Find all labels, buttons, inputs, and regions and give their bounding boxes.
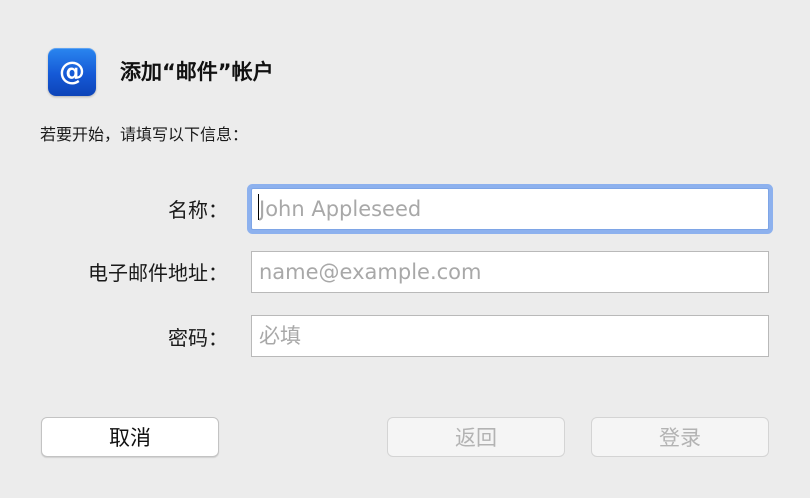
instructions-text: 若要开始，请填写以下信息： — [40, 125, 249, 144]
email-label: 电子邮件地址： — [88, 261, 228, 285]
email-field[interactable] — [251, 251, 769, 293]
login-button[interactable]: 登录 — [591, 417, 769, 457]
password-label: 密码： — [168, 326, 228, 350]
mail-account-icon: @ — [48, 48, 96, 96]
back-button[interactable]: 返回 — [387, 417, 565, 457]
dialog-title: 添加“邮件”帐户 — [120, 60, 274, 84]
password-field[interactable] — [251, 315, 769, 357]
name-label: 名称： — [168, 198, 228, 222]
at-sign-icon: @ — [59, 57, 85, 87]
text-caret — [258, 194, 259, 220]
svg-text:@: @ — [59, 57, 85, 87]
cancel-button[interactable]: 取消 — [41, 417, 219, 457]
name-field[interactable] — [251, 188, 769, 230]
